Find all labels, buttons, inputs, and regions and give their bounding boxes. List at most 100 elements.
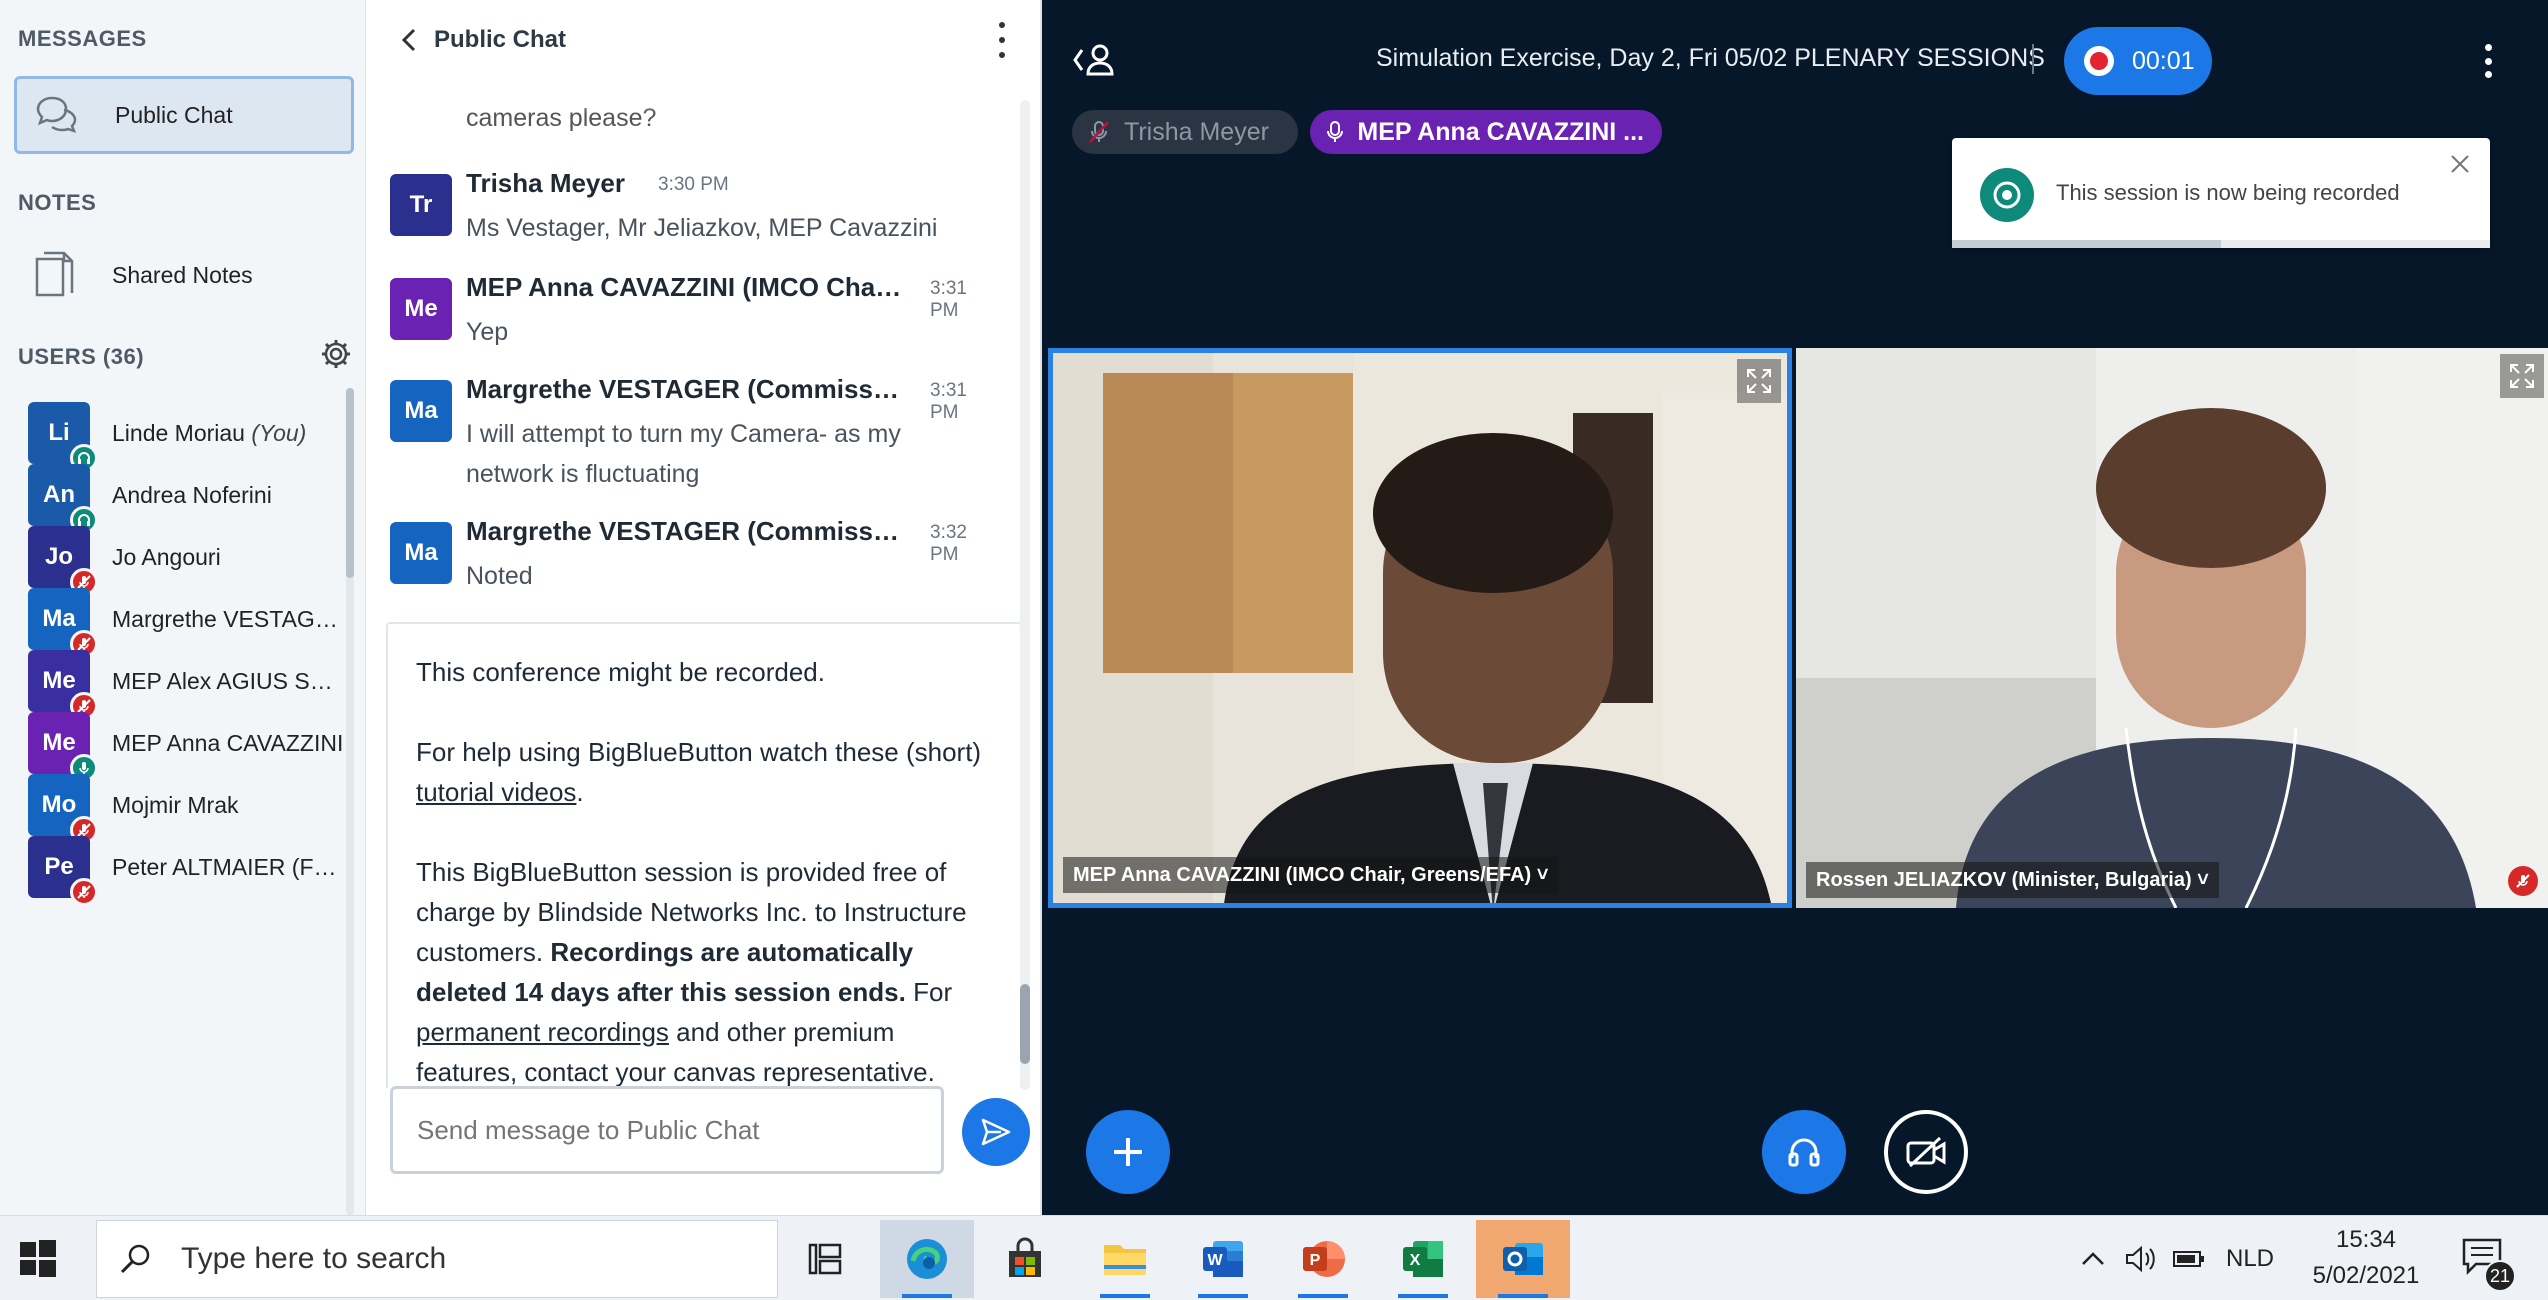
talker-indicator-active[interactable]: MEP Anna CAVAZZINI ... (1310, 110, 1662, 154)
users-section-title: USERS (36) (18, 344, 145, 369)
messages-section-title: MESSAGES (18, 26, 147, 51)
chat-panel: Public Chat cameras please? Tr Trisha Me… (366, 0, 1042, 1215)
permanent-recordings-link[interactable]: permanent recordings (416, 1017, 669, 1047)
video-tile[interactable]: MEP Anna CAVAZZINI (IMCO Chair, Greens/E… (1048, 348, 1792, 908)
record-icon (2084, 46, 2114, 76)
toggle-userlist-icon[interactable] (1072, 40, 1118, 80)
send-icon (981, 1118, 1011, 1146)
taskbar-search[interactable]: Type here to search (96, 1220, 778, 1298)
message-author: MEP Anna CAVAZZINI (IMCO Chair, Greens/E… (466, 272, 906, 302)
camera-button[interactable] (1884, 1110, 1968, 1194)
chat-message: Me MEP Anna CAVAZZINI (IMCO Chair, Green… (390, 272, 1000, 362)
welcome-line-3: This BigBlueButton session is provided f… (416, 857, 967, 1087)
audio-button[interactable] (1762, 1110, 1846, 1194)
toast-progress-fill (1952, 240, 2221, 248)
store-icon[interactable] (978, 1220, 1072, 1298)
user-name: Linde Moriau (You) (112, 419, 307, 446)
shared-notes-label: Shared Notes (112, 261, 253, 288)
message-author: Margrethe VESTAGER (Commission... (466, 374, 906, 404)
chat-message: Ma Margrethe VESTAGER (Commission... 3:3… (390, 516, 1000, 606)
speaker-icon[interactable] (2124, 1216, 2158, 1300)
chat-fade (386, 84, 1006, 114)
avatar: Tr (390, 174, 452, 236)
camera-off-icon (1906, 1136, 1946, 1168)
taskbar-clock[interactable]: 15:34 5/02/2021 (2286, 1222, 2446, 1294)
public-chat-item[interactable]: Public Chat (14, 76, 354, 154)
notes-section-title: NOTES (18, 190, 97, 215)
plus-icon (1114, 1138, 1142, 1166)
welcome-line-1: This conference might be recorded. (416, 657, 825, 687)
gear-icon[interactable] (320, 338, 352, 370)
welcome-line-2: For help using BigBlueButton watch these… (416, 737, 982, 807)
message-time: 3:30 PM (658, 174, 729, 195)
avatar: Pe (28, 836, 98, 906)
svg-text:W: W (1207, 1252, 1223, 1269)
clock-date: 5/02/2021 (2312, 1262, 2420, 1289)
message-text: Yep (466, 318, 509, 346)
mic-muted-icon (70, 878, 98, 906)
message-text: Ms Vestager, Mr Jeliazkov, MEP Cavazzini (466, 214, 938, 242)
avatar: Ma (390, 522, 452, 584)
tutorial-videos-link[interactable]: tutorial videos (416, 777, 576, 807)
mic-muted-icon (1084, 117, 1114, 147)
svg-text:P: P (1310, 1252, 1321, 1269)
options-menu-icon[interactable] (2482, 44, 2494, 78)
toast-text: This session is now being recorded (2056, 180, 2400, 205)
user-item[interactable]: Pe Peter ALTMAIER (Federal Minister) (28, 822, 348, 912)
user-list-panel: MESSAGES Public Chat NOTES Shared Notes … (0, 0, 366, 1215)
video-participant-name[interactable]: Rossen JELIAZKOV (Minister, Bulgaria) ˅ (1806, 862, 2219, 898)
message-text: I will attempt to turn my Camera- as my n… (466, 420, 901, 488)
fullscreen-icon[interactable] (1737, 359, 1781, 403)
recording-toast: This session is now being recorded (1952, 138, 2490, 248)
shared-notes-item[interactable]: Shared Notes (14, 236, 354, 314)
task-view-icon[interactable] (778, 1220, 872, 1298)
avatar: Ma (390, 380, 452, 442)
actions-button[interactable] (1086, 1110, 1170, 1194)
file-explorer-icon[interactable] (1078, 1220, 1172, 1298)
welcome-message: This conference might be recorded. For h… (386, 622, 1022, 1088)
meeting-stage: Simulation Exercise, Day 2, Fri 05/02 PL… (1042, 0, 2548, 1215)
talker-indicator[interactable]: Trisha Meyer (1072, 110, 1298, 154)
battery-icon[interactable] (2172, 1216, 2206, 1300)
webcam-feed (1053, 353, 1787, 903)
clock-time: 15:34 (2335, 1226, 2397, 1253)
outlook-icon[interactable] (1476, 1220, 1570, 1298)
message-author: Margrethe VESTAGER (Commission... (466, 516, 906, 546)
video-tile[interactable]: Rossen JELIAZKOV (Minister, Bulgaria) ˅ (1796, 348, 2548, 908)
user-name: Peter ALTMAIER (Federal Minister) (112, 853, 344, 880)
user-list: Li Linde Moriau (You) An Andrea Noferini… (0, 388, 352, 1215)
svg-text:X: X (1410, 1252, 1421, 1269)
recording-button[interactable]: 00:01 (2064, 27, 2212, 95)
powerpoint-icon[interactable]: P (1276, 1220, 1370, 1298)
tray-chevron-up-icon[interactable] (2080, 1216, 2106, 1300)
search-icon (120, 1244, 150, 1274)
mic-icon (1322, 117, 1347, 147)
user-name: Jo Angouri (112, 543, 221, 570)
user-name: Mojmir Mrak (112, 791, 239, 818)
word-icon[interactable]: W (1176, 1220, 1270, 1298)
edge-browser-icon[interactable] (880, 1220, 974, 1298)
close-icon[interactable] (2448, 152, 2472, 176)
notes-icon (30, 251, 78, 299)
chat-message-input[interactable] (390, 1086, 944, 1174)
video-participant-name[interactable]: MEP Anna CAVAZZINI (IMCO Chair, Greens/E… (1063, 857, 1559, 893)
excel-icon[interactable]: X (1376, 1220, 1470, 1298)
language-indicator[interactable]: NLD (2226, 1216, 2274, 1300)
user-name: MEP Alex AGIUS SALIBA (112, 667, 344, 694)
chat-options-icon[interactable] (996, 22, 1008, 58)
webcam-feed (1796, 348, 2548, 908)
recording-status-icon (1980, 168, 2034, 222)
chat-scroll-track[interactable] (1020, 100, 1030, 1090)
chat-scroll-thumb[interactable] (1020, 984, 1030, 1064)
fullscreen-icon[interactable] (2500, 354, 2544, 398)
user-name: MEP Anna CAVAZZINI (112, 729, 344, 756)
search-placeholder: Type here to search (181, 1242, 447, 1275)
user-name: Margrethe VESTAGER (Commission... (112, 605, 344, 632)
send-button[interactable] (962, 1098, 1030, 1166)
headset-icon (1788, 1138, 1820, 1167)
public-chat-label: Public Chat (115, 101, 233, 128)
meeting-title: Simulation Exercise, Day 2, Fri 05/02 PL… (1376, 44, 2045, 72)
chevron-left-icon[interactable] (398, 26, 422, 54)
chat-bubbles-icon (33, 91, 81, 139)
windows-start-icon[interactable] (18, 1238, 58, 1278)
